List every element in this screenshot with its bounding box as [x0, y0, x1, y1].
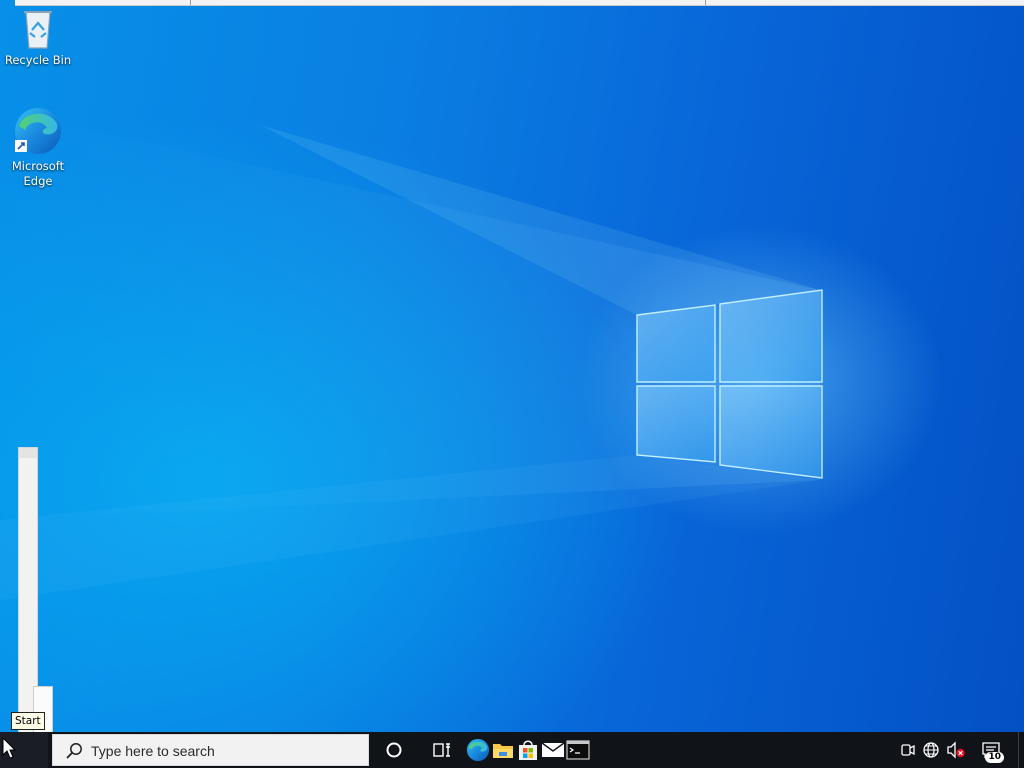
start-tooltip: Start [11, 712, 45, 730]
command-prompt-icon [566, 740, 590, 760]
tray-volume-button[interactable] [945, 732, 967, 768]
desktop-icon-label: Microsoft Edge [11, 159, 65, 188]
cortana-icon [386, 742, 402, 758]
search-placeholder: Type here to search [91, 743, 215, 759]
mail-icon [541, 742, 565, 757]
taskbar-store-button[interactable] [514, 732, 542, 768]
meet-now-icon [901, 744, 915, 756]
network-icon [923, 742, 939, 758]
desktop-icon-label: Recycle Bin [4, 53, 72, 67]
recycle-bin-icon [24, 11, 52, 49]
file-explorer-icon [493, 744, 513, 758]
taskbar-command-prompt-button[interactable] [564, 732, 592, 768]
search-icon [66, 743, 82, 759]
cortana-button[interactable] [380, 732, 408, 768]
taskbar-mail-button[interactable] [539, 732, 567, 768]
mouse-cursor-icon [2, 737, 16, 759]
task-view-button[interactable] [428, 732, 456, 768]
taskbar-file-explorer-button[interactable] [489, 732, 517, 768]
windows-logo-beam [0, 110, 823, 600]
edge-icon [466, 738, 490, 762]
volume-muted-icon [947, 741, 965, 759]
desktop-icon-recycle-bin[interactable]: Recycle Bin [0, 6, 76, 68]
search-box[interactable]: Type here to search [52, 734, 369, 766]
tray-meet-now-button[interactable] [898, 732, 918, 768]
store-icon [519, 740, 537, 760]
tray-network-button[interactable] [920, 732, 942, 768]
start-button[interactable] [0, 732, 48, 768]
desktop-icon-microsoft-edge[interactable]: Microsoft Edge [0, 106, 76, 189]
taskbar-edge-button[interactable] [464, 732, 492, 768]
desktop-wallpaper [0, 0, 1024, 732]
notification-center-button[interactable]: 10 [976, 732, 1006, 768]
notification-count-badge: 10 [985, 752, 1004, 763]
task-view-icon [433, 743, 450, 757]
window-top-edge[interactable] [15, 0, 1024, 6]
edge-icon [15, 108, 61, 154]
taskbar: Type here to search 10 [0, 732, 1024, 768]
show-desktop-button[interactable] [1018, 732, 1024, 768]
